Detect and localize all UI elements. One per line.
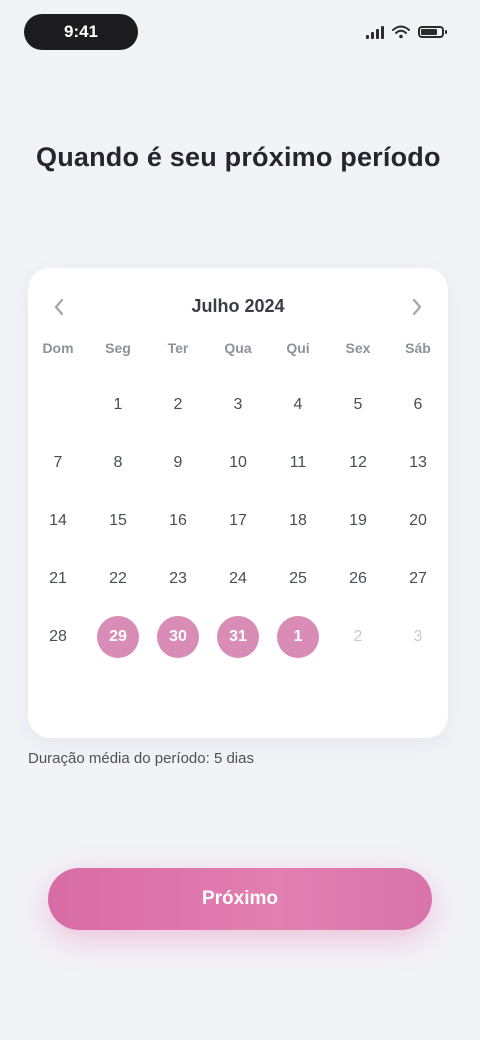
wifi-icon — [392, 25, 410, 39]
battery-icon — [418, 26, 447, 38]
day-cell[interactable]: 28 — [28, 608, 88, 666]
day-number: 22 — [109, 570, 127, 587]
day-number: 26 — [349, 570, 367, 587]
day-number: 18 — [289, 512, 307, 529]
day-cell[interactable]: 10 — [208, 434, 268, 492]
day-number: 17 — [229, 512, 247, 529]
day-cell[interactable]: 18 — [268, 492, 328, 550]
next-month-button[interactable] — [402, 292, 432, 322]
status-icons — [366, 20, 447, 44]
day-number: 5 — [353, 396, 363, 413]
day-cell[interactable]: 21 — [28, 550, 88, 608]
day-cell[interactable]: 25 — [268, 550, 328, 608]
day-number: 8 — [113, 454, 123, 471]
weekday-label: Seg — [105, 340, 131, 356]
day-number: 30 — [169, 628, 187, 645]
day-cell[interactable]: 2 — [148, 376, 208, 434]
day-cell[interactable]: 11 — [268, 434, 328, 492]
weekday-label: Qua — [224, 340, 252, 356]
day-number: 2 — [353, 628, 363, 645]
chevron-right-icon — [412, 298, 422, 316]
day-cell[interactable]: 26 — [328, 550, 388, 608]
day-cell[interactable]: 7 — [28, 434, 88, 492]
day-number: 31 — [229, 628, 247, 645]
day-number: 6 — [413, 396, 423, 413]
status-time: 9:41 — [24, 14, 138, 50]
weekday-label: Sex — [345, 340, 371, 356]
weekday-label: Ter — [167, 340, 189, 356]
day-cell[interactable]: 24 — [208, 550, 268, 608]
day-number: 12 — [349, 454, 367, 471]
weekday-label: Dom — [42, 340, 74, 356]
day-cell[interactable]: 23 — [148, 550, 208, 608]
day-cell[interactable]: 16 — [148, 492, 208, 550]
day-number: 9 — [173, 454, 183, 471]
day-number: 24 — [229, 570, 247, 587]
day-cell[interactable]: 3 — [208, 376, 268, 434]
day-number: 28 — [49, 628, 67, 645]
day-cell[interactable]: 29 — [88, 608, 148, 666]
day-cell[interactable]: 31 — [208, 608, 268, 666]
day-empty — [28, 376, 88, 434]
weekday-label: Qui — [286, 340, 310, 356]
status-bar: 9:41 — [0, 0, 480, 64]
day-cell[interactable]: 12 — [328, 434, 388, 492]
day-cell[interactable]: 6 — [388, 376, 448, 434]
day-number: 16 — [169, 512, 187, 529]
day-number: 21 — [49, 570, 67, 587]
day-cell[interactable]: 15 — [88, 492, 148, 550]
day-number: 11 — [289, 454, 307, 471]
calendar-header: Julho 2024 — [28, 290, 448, 324]
day-number: 3 — [233, 396, 243, 413]
day-number: 7 — [53, 454, 63, 471]
day-number: 13 — [409, 454, 427, 471]
month-label: Julho 2024 — [191, 296, 285, 316]
day-number: 1 — [293, 628, 303, 645]
day-number: 14 — [49, 512, 67, 529]
day-number: 20 — [409, 512, 427, 529]
day-number: 25 — [289, 570, 307, 587]
day-cell[interactable]: 17 — [208, 492, 268, 550]
day-cell[interactable]: 13 — [388, 434, 448, 492]
day-cell[interactable]: 2 — [328, 608, 388, 666]
day-cell[interactable]: 1 — [268, 608, 328, 666]
day-cell[interactable]: 19 — [328, 492, 388, 550]
day-cell[interactable]: 27 — [388, 550, 448, 608]
next-button[interactable]: Próximo — [48, 868, 432, 930]
day-cell[interactable]: 14 — [28, 492, 88, 550]
day-number: 2 — [173, 396, 183, 413]
day-cell[interactable]: 1 — [88, 376, 148, 434]
day-number: 1 — [113, 396, 123, 413]
day-grid: 1 2 3 4 5 6 7 8 9 10 11 12 13 14 15 16 17 18 19 20 21 22 23 24 2… — [28, 376, 448, 666]
day-cell[interactable]: 22 — [88, 550, 148, 608]
day-cell[interactable]: 8 — [88, 434, 148, 492]
day-number: 10 — [229, 454, 247, 471]
day-cell[interactable]: 5 — [328, 376, 388, 434]
day-cell[interactable]: 9 — [148, 434, 208, 492]
day-cell[interactable]: 30 — [148, 608, 208, 666]
page-title: Quando é seu próximo período — [36, 142, 441, 172]
day-number: 15 — [109, 512, 127, 529]
day-number: 19 — [349, 512, 367, 529]
day-number: 27 — [409, 570, 427, 587]
calendar-card: Julho 2024 Dom Seg Ter Qua Qui Sex Sáb 1234567… — [28, 268, 448, 738]
signal-icon — [366, 25, 384, 39]
day-cell[interactable]: 3 — [388, 608, 448, 666]
day-number: 29 — [109, 628, 127, 645]
day-number: 4 — [293, 396, 303, 413]
day-cell[interactable]: 20 — [388, 492, 448, 550]
day-number: 23 — [169, 570, 187, 587]
day-cell[interactable]: 4 — [268, 376, 328, 434]
day-number: 3 — [413, 628, 423, 645]
weekday-row: Dom Seg Ter Qua Qui Sex Sáb — [28, 340, 448, 356]
period-duration-note: Duração média do período: 5 dias — [28, 750, 254, 767]
weekday-label: Sáb — [405, 340, 431, 356]
